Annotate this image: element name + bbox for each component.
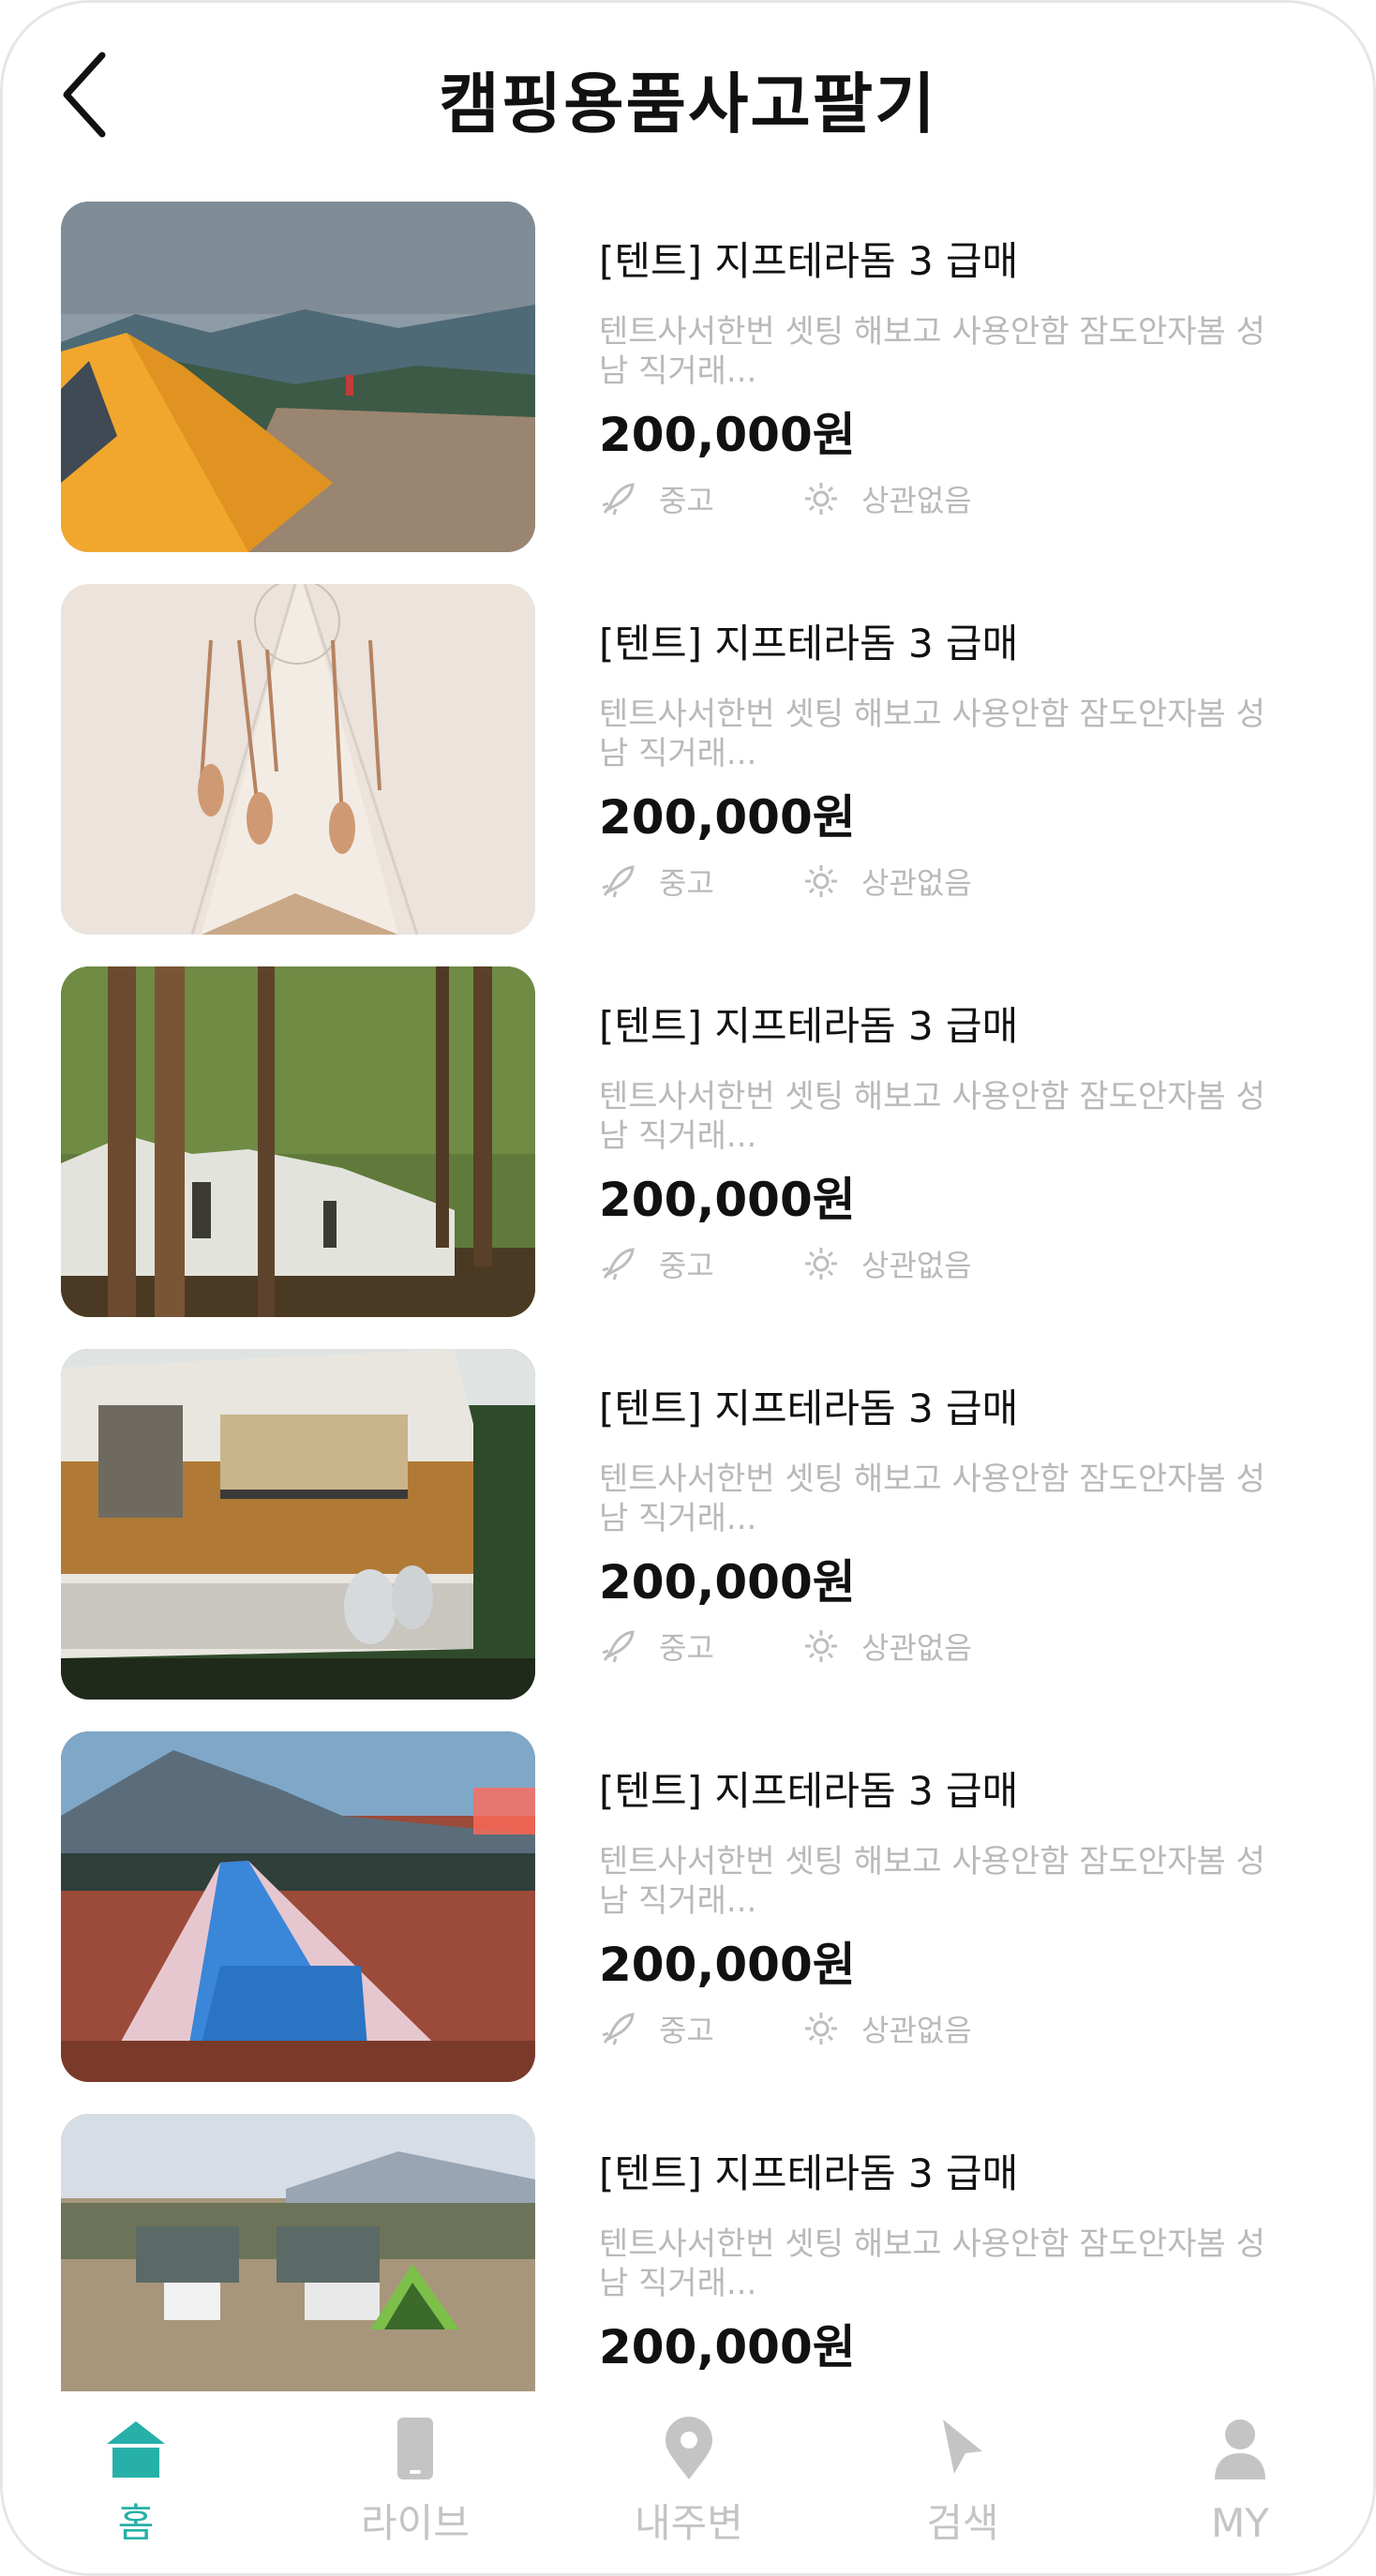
rocket-icon [602, 1630, 635, 1663]
product-info: [텐트] 지프테라돔 3 급매 텐트사서한번 셋팅 해보고 사용안함 잠도안자봄… [599, 618, 1311, 905]
rocket-icon [602, 483, 635, 516]
location-pin-icon [666, 2417, 712, 2479]
delivery-tag: 상관없음 [801, 1240, 972, 1287]
delivery-label: 상관없음 [861, 1248, 972, 1283]
product-info: [텐트] 지프테라돔 3 급매 텐트사서한번 셋팅 해보고 사용안함 잠도안자봄… [599, 1000, 1311, 1287]
tab-label: 홈 [117, 2500, 155, 2546]
condition-tag: 중고 [599, 475, 714, 522]
delivery-tag: 상관없음 [801, 1623, 972, 1670]
gear-icon [805, 865, 837, 897]
product-meta: 중고 상관없음 [599, 1240, 1311, 1287]
bottom-tab-bar: 홈 라이브 내주변 검색 MY [3, 2391, 1373, 2573]
product-title: [텐트] 지프테라돔 3 급매 [599, 2150, 1019, 2196]
delivery-tag: 상관없음 [801, 2005, 972, 2052]
product-info: [텐트] 지프테라돔 3 급매 텐트사서한번 셋팅 해보고 사용안함 잠도안자봄… [599, 1765, 1311, 2052]
app-screen: 캠핑용품사고팔기 [텐트] 지프테라돔 3 급매 텐트사서한번 셋팅 해보고 사… [0, 0, 1376, 2576]
product-info: [텐트] 지프테라돔 3 급매 텐트사서한번 셋팅 해보고 사용안함 잠도안자봄… [599, 1383, 1311, 1670]
product-description: 텐트사서한번 셋팅 해보고 사용안함 잠도안자봄 성남 직거래... [599, 1460, 1265, 1537]
product-description: 텐트사서한번 셋팅 해보고 사용안함 잠도안자봄 성남 직거래... [599, 2225, 1265, 2302]
product-thumbnail [61, 584, 535, 935]
condition-tag: 중고 [599, 1623, 714, 1670]
product-thumbnail [61, 1349, 535, 1700]
product-title: [텐트] 지프테라돔 3 급매 [599, 238, 1019, 284]
condition-label: 중고 [659, 1248, 714, 1283]
list-item[interactable]: [텐트] 지프테라돔 3 급매 텐트사서한번 셋팅 해보고 사용안함 잠도안자봄… [3, 2114, 1373, 2391]
list-item[interactable]: [텐트] 지프테라돔 3 급매 텐트사서한번 셋팅 해보고 사용안함 잠도안자봄… [3, 1731, 1373, 2084]
product-meta: 중고 상관없음 [599, 858, 1311, 905]
product-list[interactable]: [텐트] 지프테라돔 3 급매 텐트사서한번 셋팅 해보고 사용안함 잠도안자봄… [3, 202, 1373, 2391]
list-item[interactable]: [텐트] 지프테라돔 3 급매 텐트사서한번 셋팅 해보고 사용안함 잠도안자봄… [3, 584, 1373, 936]
tab-my[interactable]: MY [1156, 2416, 1324, 2566]
product-description: 텐트사서한번 셋팅 해보고 사용안함 잠도안자봄 성남 직거래... [599, 1843, 1265, 1920]
tab-label: 라이브 [361, 2500, 470, 2546]
header: 캠핑용품사고팔기 [3, 3, 1373, 190]
product-description: 텐트사서한번 셋팅 해보고 사용안함 잠도안자봄 성남 직거래... [599, 313, 1265, 390]
condition-label: 중고 [659, 483, 714, 518]
delivery-label: 상관없음 [861, 1630, 972, 1666]
product-price: 200,000원 [599, 2320, 856, 2374]
gear-icon [805, 1248, 837, 1280]
phone-icon [397, 2418, 433, 2479]
tab-label: 검색 [926, 2500, 999, 2546]
rocket-icon [602, 2013, 635, 2045]
condition-label: 중고 [659, 2013, 714, 2048]
delivery-label: 상관없음 [861, 865, 972, 901]
delivery-tag: 상관없음 [801, 858, 972, 905]
product-thumbnail [61, 1731, 535, 2082]
product-title: [텐트] 지프테라돔 3 급매 [599, 1385, 1019, 1431]
tab-live[interactable]: 라이브 [331, 2416, 500, 2566]
product-price: 200,000원 [599, 408, 856, 462]
delivery-tag: 상관없음 [801, 475, 972, 522]
product-thumbnail [61, 2114, 535, 2391]
list-item[interactable]: [텐트] 지프테라돔 3 급매 텐트사서한번 셋팅 해보고 사용안함 잠도안자봄… [3, 1349, 1373, 1701]
product-meta: 중고 상관없음 [599, 1623, 1311, 1670]
condition-tag: 중고 [599, 1240, 714, 1287]
condition-tag: 중고 [599, 2005, 714, 2052]
product-title: [텐트] 지프테라돔 3 급매 [599, 1768, 1019, 1814]
product-description: 텐트사서한번 셋팅 해보고 사용안함 잠도안자봄 성남 직거래... [599, 1078, 1265, 1155]
cursor-icon [943, 2419, 982, 2474]
tab-search[interactable]: 검색 [878, 2416, 1047, 2566]
delivery-label: 상관없음 [861, 483, 972, 518]
condition-label: 중고 [659, 865, 714, 901]
product-price: 200,000원 [599, 790, 856, 845]
product-info: [텐트] 지프테라돔 3 급매 텐트사서한번 셋팅 해보고 사용안함 잠도안자봄… [599, 235, 1311, 522]
gear-icon [805, 483, 837, 515]
product-description: 텐트사서한번 셋팅 해보고 사용안함 잠도안자봄 성남 직거래... [599, 696, 1265, 772]
list-item[interactable]: [텐트] 지프테라돔 3 급매 텐트사서한번 셋팅 해보고 사용안함 잠도안자봄… [3, 966, 1373, 1319]
product-price: 200,000원 [599, 1938, 856, 1992]
gear-icon [805, 1630, 837, 1662]
condition-tag: 중고 [599, 858, 714, 905]
product-title: [텐트] 지프테라돔 3 급매 [599, 1003, 1019, 1049]
tab-label: MY [1211, 2500, 1269, 2546]
product-thumbnail [61, 966, 535, 1317]
product-price: 200,000원 [599, 1555, 856, 1610]
user-icon [1215, 2419, 1265, 2479]
rocket-icon [602, 865, 635, 898]
tab-home[interactable]: 홈 [52, 2416, 220, 2566]
rocket-icon [602, 1248, 635, 1281]
product-title: [텐트] 지프테라돔 3 급매 [599, 621, 1019, 666]
list-item[interactable]: [텐트] 지프테라돔 3 급매 텐트사서한번 셋팅 해보고 사용안함 잠도안자봄… [3, 202, 1373, 554]
tab-label: 내주변 [635, 2500, 743, 2546]
delivery-label: 상관없음 [861, 2013, 972, 2048]
gear-icon [805, 2013, 837, 2044]
product-meta: 중고 상관없음 [599, 475, 1311, 522]
home-icon [107, 2421, 165, 2478]
page-title: 캠핑용품사고팔기 [439, 66, 937, 142]
product-price: 200,000원 [599, 1173, 856, 1227]
condition-label: 중고 [659, 1630, 714, 1666]
product-info: [텐트] 지프테라돔 3 급매 텐트사서한번 셋팅 해보고 사용안함 잠도안자봄… [599, 2148, 1311, 2378]
product-thumbnail [61, 202, 535, 552]
tab-nearby[interactable]: 내주변 [605, 2416, 773, 2566]
product-meta: 중고 상관없음 [599, 2005, 1311, 2052]
